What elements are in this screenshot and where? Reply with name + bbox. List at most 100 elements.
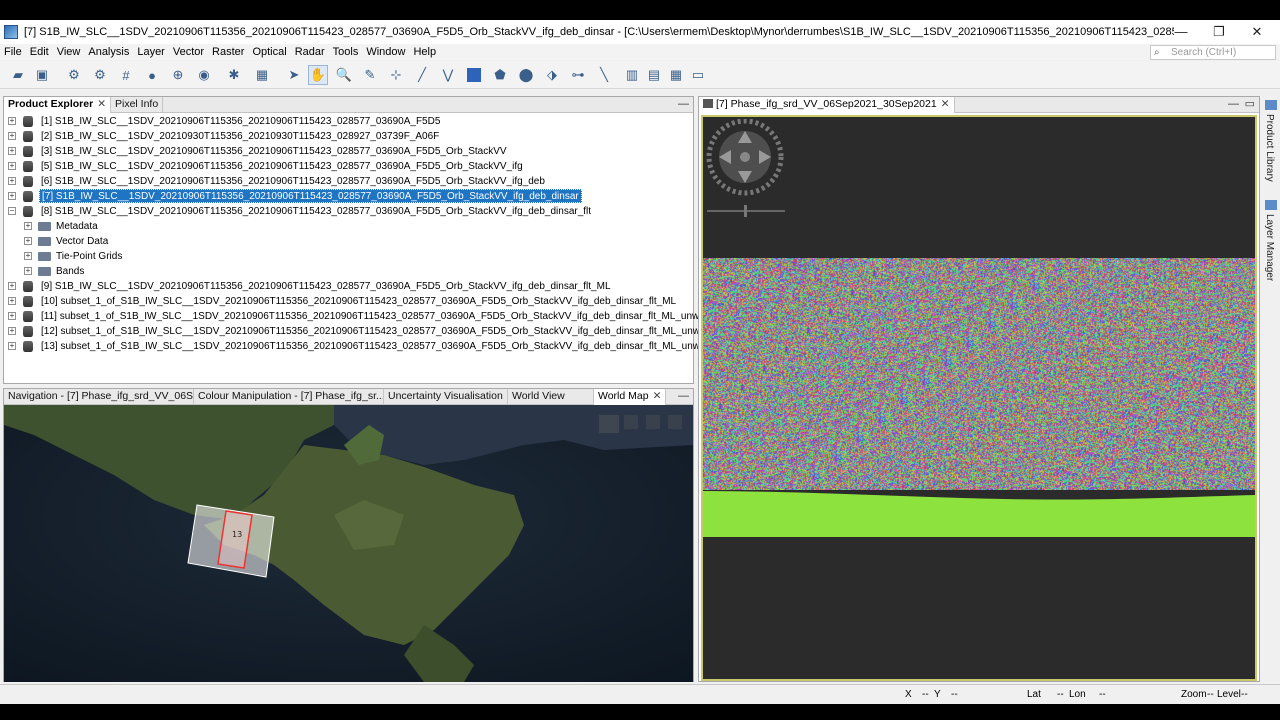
product-label[interactable]: [11] subset_1_of_S1B_IW_SLC__1SDV_202109… bbox=[41, 309, 730, 324]
menu-raster[interactable]: Raster bbox=[208, 46, 248, 58]
map-zoom-icon[interactable] bbox=[624, 415, 638, 429]
expand-node-icon[interactable]: + bbox=[8, 297, 16, 305]
expand-node-icon[interactable]: + bbox=[8, 312, 16, 320]
rectangle-draw-icon[interactable] bbox=[464, 65, 484, 85]
tab-product-explorer[interactable]: Product Explorer ✕ bbox=[4, 97, 111, 113]
restore-button[interactable]: ❐ bbox=[1200, 20, 1238, 44]
expand-node-icon[interactable]: + bbox=[24, 252, 32, 260]
menu-file[interactable]: File bbox=[0, 46, 26, 58]
menu-optical[interactable]: Optical bbox=[248, 46, 290, 58]
mask-icon[interactable]: ◉ bbox=[194, 65, 214, 85]
menu-vector[interactable]: Vector bbox=[169, 46, 208, 58]
tile-single-icon[interactable]: ▭ bbox=[688, 65, 708, 85]
collapse-node-icon[interactable]: − bbox=[8, 207, 16, 215]
expand-node-icon[interactable]: + bbox=[8, 342, 16, 350]
tile-horizontal-icon[interactable]: ▤ bbox=[644, 65, 664, 85]
menu-edit[interactable]: Edit bbox=[26, 46, 53, 58]
gcp-tool-icon[interactable]: ⊕ bbox=[168, 65, 188, 85]
menu-help[interactable]: Help bbox=[409, 46, 440, 58]
tab-colour-manipulation[interactable]: Colour Manipulation - [7] Phase_ifg_sr..… bbox=[194, 389, 384, 405]
expand-node-icon[interactable]: + bbox=[24, 237, 32, 245]
zoom-slider-thumb[interactable] bbox=[744, 205, 747, 217]
product-tree-row[interactable]: + [12] subset_1_of_S1B_IW_SLC__1SDV_20210… bbox=[4, 324, 753, 339]
expand-node-icon[interactable]: + bbox=[8, 162, 16, 170]
product-label[interactable]: [8] S1B_IW_SLC__1SDV_20210906T115356_202… bbox=[41, 204, 591, 219]
line-draw-icon[interactable]: ╱ bbox=[412, 65, 432, 85]
tab-uncertainty-visualisation[interactable]: Uncertainty Visualisation bbox=[384, 389, 508, 405]
expand-node-icon[interactable]: + bbox=[8, 117, 16, 125]
product-tree-row[interactable]: + [11] subset_1_of_S1B_IW_SLC__1SDV_20210… bbox=[4, 309, 730, 324]
product-tree-row[interactable]: + [2] S1B_IW_SLC__1SDV_20210930T115356_20… bbox=[4, 129, 690, 144]
range-finder-icon[interactable]: ⊶ bbox=[568, 65, 588, 85]
product-label[interactable]: [1] S1B_IW_SLC__1SDV_20210906T115356_202… bbox=[41, 114, 440, 129]
open-product-icon[interactable]: ▰ bbox=[8, 65, 28, 85]
minimize-button[interactable]: — bbox=[1162, 20, 1200, 44]
tab-pixel-info[interactable]: Pixel Info bbox=[111, 97, 164, 113]
pan-navigation-widget[interactable] bbox=[705, 119, 795, 219]
band-maths-icon[interactable]: ● bbox=[142, 65, 162, 85]
tab-navigation[interactable]: Navigation - [7] Phase_ifg_srd_VV_06S... bbox=[4, 389, 194, 405]
polyline-draw-icon[interactable]: ⋁ bbox=[438, 65, 458, 85]
product-tree-row[interactable]: + [5] S1B_IW_SLC__1SDV_20210906T115356_20… bbox=[4, 159, 690, 174]
child-node-label[interactable]: Vector Data bbox=[56, 234, 108, 249]
maximize-view-icon[interactable]: ▭ bbox=[1245, 97, 1255, 111]
product-tree-row[interactable]: − [8] S1B_IW_SLC__1SDV_20210906T115356_20… bbox=[4, 204, 690, 219]
pan-center-icon[interactable] bbox=[740, 152, 750, 162]
pencil-icon[interactable]: ╲ bbox=[594, 65, 614, 85]
layer-manager-tab[interactable]: Layer Manager bbox=[1264, 214, 1275, 281]
menu-view[interactable]: View bbox=[53, 46, 85, 58]
child-node-label[interactable]: Metadata bbox=[56, 219, 98, 234]
close-tab-icon[interactable]: ✕ bbox=[653, 390, 662, 402]
close-tab-icon[interactable]: ✕ bbox=[941, 98, 950, 110]
product-label[interactable]: [13] subset_1_of_S1B_IW_SLC__1SDV_202109… bbox=[41, 339, 772, 354]
expand-node-icon[interactable]: + bbox=[24, 267, 32, 275]
expand-node-icon[interactable]: + bbox=[24, 222, 32, 230]
ellipse-draw-icon[interactable]: ⬤ bbox=[516, 65, 536, 85]
magic-wand-icon[interactable]: ⬗ bbox=[542, 65, 562, 85]
product-label[interactable]: [3] S1B_IW_SLC__1SDV_20210906T115356_202… bbox=[41, 144, 507, 159]
product-label[interactable]: [5] S1B_IW_SLC__1SDV_20210906T115356_202… bbox=[41, 159, 523, 174]
world-map-canvas[interactable]: 13 bbox=[4, 405, 693, 682]
map-widget-icon[interactable] bbox=[599, 415, 619, 433]
pixel-grid-icon[interactable]: ▦ bbox=[252, 65, 272, 85]
child-node-label[interactable]: Bands bbox=[56, 264, 84, 279]
image-canvas[interactable] bbox=[701, 115, 1257, 681]
expand-node-icon[interactable]: + bbox=[8, 327, 16, 335]
menu-window[interactable]: Window bbox=[362, 46, 409, 58]
tab-image-view[interactable]: [7] Phase_ifg_srd_VV_06Sep2021_30Sep2021… bbox=[699, 97, 955, 113]
product-tree-row[interactable]: + [13] subset_1_of_S1B_IW_SLC__1SDV_20210… bbox=[4, 339, 772, 354]
product-label[interactable]: [9] S1B_IW_SLC__1SDV_20210906T115356_202… bbox=[41, 279, 611, 294]
minimize-panel-icon[interactable]: — bbox=[678, 97, 689, 111]
menu-radar[interactable]: Radar bbox=[291, 46, 329, 58]
product-label[interactable]: [10] subset_1_of_S1B_IW_SLC__1SDV_202109… bbox=[41, 294, 676, 309]
expand-node-icon[interactable]: + bbox=[8, 132, 16, 140]
product-library-tab[interactable]: Product Library bbox=[1264, 114, 1275, 182]
child-node-label[interactable]: Tie-Point Grids bbox=[56, 249, 122, 264]
map-sync-icon[interactable] bbox=[668, 415, 682, 429]
graph-builder-icon[interactable]: ⚙ bbox=[64, 65, 84, 85]
close-window-button[interactable]: ✕ bbox=[1238, 20, 1276, 44]
product-label[interactable]: [7] S1B_IW_SLC__1SDV_20210906T115356_202… bbox=[39, 189, 582, 203]
close-tab-icon[interactable]: ✕ bbox=[97, 98, 106, 110]
menu-layer[interactable]: Layer bbox=[133, 46, 169, 58]
tab-world-view[interactable]: World View bbox=[508, 389, 594, 405]
grid-icon[interactable]: # bbox=[116, 65, 136, 85]
tile-evenly-icon[interactable]: ▥ bbox=[622, 65, 642, 85]
product-tree-row[interactable]: + [3] S1B_IW_SLC__1SDV_20210906T115356_20… bbox=[4, 144, 690, 159]
map-zoom-out-icon[interactable] bbox=[646, 415, 660, 429]
zoom-tool-icon[interactable]: 🔍 bbox=[334, 65, 354, 85]
product-label[interactable]: [12] subset_1_of_S1B_IW_SLC__1SDV_202109… bbox=[41, 324, 753, 339]
product-label[interactable]: [2] S1B_IW_SLC__1SDV_20210930T115356_202… bbox=[41, 129, 439, 144]
save-product-icon[interactable]: ▣ bbox=[32, 65, 52, 85]
select-tool-icon[interactable]: ➤ bbox=[284, 65, 304, 85]
expand-node-icon[interactable]: + bbox=[8, 147, 16, 155]
pan-tool-icon[interactable]: ✋ bbox=[308, 65, 328, 85]
product-tree-row[interactable]: + [9] S1B_IW_SLC__1SDV_20210906T115356_20… bbox=[4, 279, 690, 294]
expand-node-icon[interactable]: + bbox=[8, 192, 16, 200]
batch-processing-icon[interactable]: ⚙ bbox=[90, 65, 110, 85]
menu-analysis[interactable]: Analysis bbox=[84, 46, 133, 58]
product-tree-row[interactable]: + [7] S1B_IW_SLC__1SDV_20210906T115356_20… bbox=[4, 189, 690, 204]
product-label[interactable]: [6] S1B_IW_SLC__1SDV_20210906T115356_202… bbox=[41, 174, 545, 189]
search-input[interactable]: ⌕ Search (Ctrl+I) bbox=[1150, 45, 1276, 60]
product-tree-row[interactable]: + [10] subset_1_of_S1B_IW_SLC__1SDV_20210… bbox=[4, 294, 690, 309]
